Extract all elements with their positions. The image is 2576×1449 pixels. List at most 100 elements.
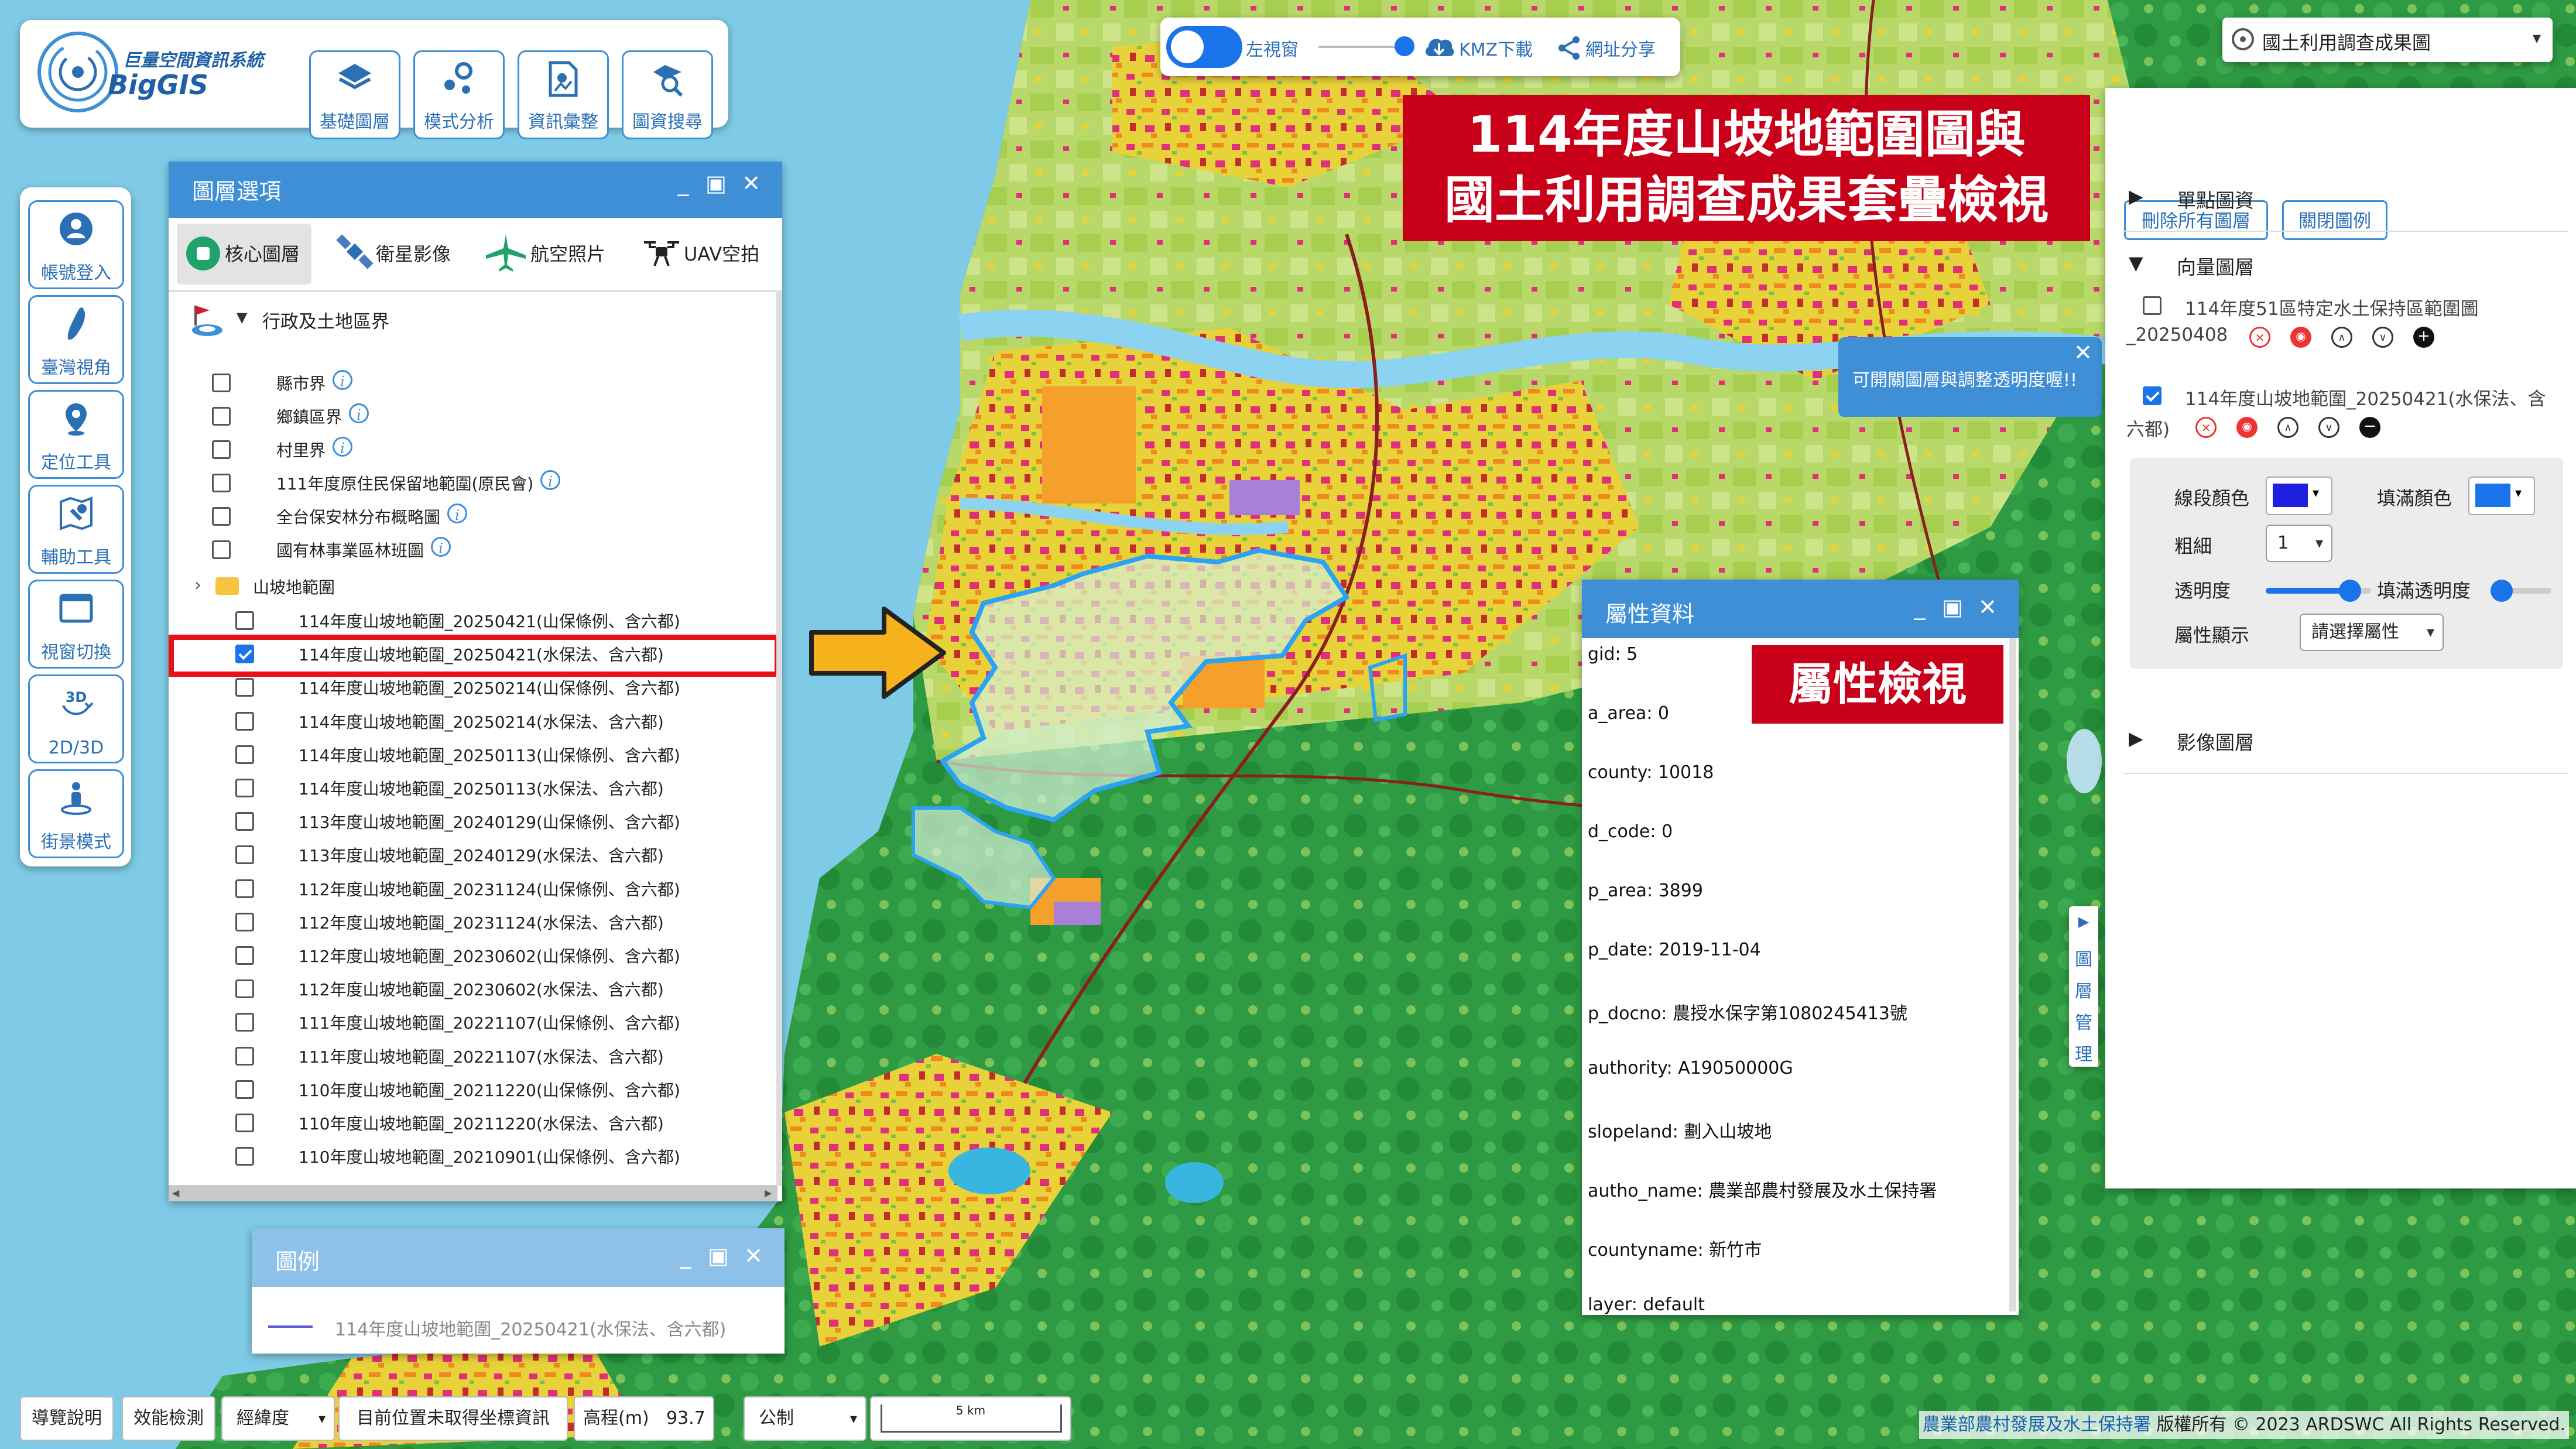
maximize-icon[interactable]: ▣ [1939, 594, 1966, 621]
sub-layer-checkbox[interactable] [235, 946, 254, 965]
maximize-icon[interactable]: ▣ [703, 170, 729, 197]
kmz-download-button[interactable]: KMZ下載 [1459, 35, 1533, 61]
locate-layer-icon[interactable]: ◉ [2290, 327, 2311, 348]
minimize-icon[interactable]: _ [1906, 594, 1933, 621]
layer-checkbox[interactable] [212, 407, 231, 426]
performance-button[interactable]: 效能檢測 [122, 1396, 215, 1441]
layer-checkbox[interactable] [212, 374, 231, 392]
satellite-icon[interactable] [336, 234, 374, 269]
sub-layer-label[interactable]: 112年度山坡地範圍_20231124(水保法、含六都) [299, 910, 664, 934]
sub-layer-label[interactable]: 113年度山坡地範圍_20240129(水保法、含六都) [299, 843, 664, 866]
tool-map-search-button[interactable]: 圖資搜尋 [622, 50, 713, 139]
maximize-icon[interactable]: ▣ [705, 1242, 732, 1269]
layer-checkbox[interactable] [212, 474, 231, 492]
sub-layer-checkbox[interactable] [235, 779, 254, 797]
remove-layer-icon[interactable]: ✕ [2249, 327, 2270, 348]
sub-layer-checkbox[interactable] [235, 745, 254, 764]
close-legend-button[interactable]: 關閉圖例 [2282, 200, 2387, 240]
side-taiwan-view-button[interactable]: 臺灣視角 [28, 295, 124, 384]
layer-item-label[interactable]: 村里界 [276, 438, 326, 461]
guide-button[interactable]: 導覽說明 [20, 1396, 114, 1441]
move-up-icon[interactable]: ∧ [2331, 327, 2352, 348]
side-2d3d-button[interactable]: 3D 2D/3D [28, 674, 124, 763]
layer-checkbox[interactable] [212, 440, 231, 459]
map-opacity-knob[interactable] [1395, 36, 1414, 56]
opacity-slider-knob[interactable] [2339, 580, 2361, 602]
sub-layer-label[interactable]: 114年度山坡地範圍_20250214(山保條例、含六都) [299, 676, 680, 699]
sub-layer-label[interactable]: 114年度山坡地範圍_20250113(山保條例、含六都) [299, 743, 680, 766]
info-icon[interactable]: i [349, 403, 369, 423]
sub-layer-checkbox[interactable] [235, 1013, 254, 1032]
sub-layer-checkbox[interactable] [235, 711, 254, 731]
layer-checkbox[interactable] [212, 540, 231, 559]
sub-layer-checkbox[interactable] [235, 1080, 254, 1099]
sub-layer-checkbox[interactable] [235, 678, 254, 697]
side-street-view-button[interactable]: 街景模式 [28, 769, 124, 858]
chevron-right-icon[interactable]: › [194, 575, 201, 595]
layer-checkbox[interactable] [212, 507, 231, 526]
minimize-icon[interactable]: _ [672, 1242, 699, 1269]
vector-layer-2-checkbox[interactable] [2143, 386, 2161, 405]
drone-icon[interactable] [642, 235, 681, 270]
horizontal-scrollbar[interactable]: ◀ ▶ [169, 1185, 777, 1201]
sub-layer-label[interactable]: 114年度山坡地範圍_20250214(水保法、含六都) [299, 710, 664, 733]
layer-panel-titlebar[interactable]: 圖層選項 _ ▣ ✕ [169, 162, 782, 218]
info-icon[interactable]: i [333, 437, 352, 457]
vertical-scrollbar[interactable] [776, 290, 782, 1186]
collapse-settings-icon[interactable]: − [2359, 417, 2380, 438]
tab-aerial-label[interactable]: 航空照片 [530, 224, 605, 285]
info-icon[interactable]: i [540, 470, 560, 490]
tab-satellite-label[interactable]: 衛星影像 [376, 224, 451, 285]
move-down-icon[interactable]: ∨ [2372, 327, 2393, 348]
side-helper-tools-button[interactable]: 輔助工具 [28, 485, 124, 574]
tool-analysis-button[interactable]: 模式分析 [413, 50, 505, 139]
close-icon[interactable]: ✕ [738, 170, 765, 197]
caret-down-icon[interactable]: ▼ [237, 309, 247, 326]
sub-layer-checkbox[interactable] [235, 1046, 254, 1066]
move-down-icon[interactable]: ∨ [2318, 417, 2339, 438]
tab-uav-label[interactable]: UAV空拍 [684, 224, 759, 285]
minimize-icon[interactable]: _ [670, 170, 697, 197]
close-icon[interactable]: ✕ [740, 1242, 767, 1269]
section-point-data[interactable]: 單點圖資 [2177, 185, 2254, 213]
side-login-button[interactable]: 帳號登入 [28, 200, 124, 289]
close-icon[interactable]: ✕ [1974, 594, 2001, 621]
sub-layer-label[interactable]: 114年度山坡地範圍_20250421(山保條例、含六都) [299, 609, 680, 632]
sub-layer-label[interactable]: 114年度山坡地範圍_20250113(水保法、含六都) [299, 776, 664, 800]
layer-management-tab[interactable]: ▶ 圖層管理 [2069, 906, 2098, 1067]
sub-layer-label[interactable]: 112年度山坡地範圍_20231124(山保條例、含六都) [299, 877, 680, 900]
side-window-switch-button[interactable]: 視窗切換 [28, 580, 124, 669]
subgroup-slopeland[interactable]: 山坡地範圍 [253, 575, 335, 598]
sub-layer-checkbox[interactable] [235, 1147, 254, 1166]
sub-layer-label[interactable]: 112年度山坡地範圍_20230602(山保條例、含六都) [299, 944, 680, 967]
attr-display-select[interactable]: 請選擇屬性 ▾ [2300, 614, 2444, 651]
section-vector-layers[interactable]: 向量圖層 [2177, 252, 2254, 280]
attribute-scrollbar[interactable] [2009, 638, 2016, 1311]
tooltip-close-icon[interactable]: ✕ [2074, 340, 2092, 365]
caret-down-icon[interactable]: ▼ [2129, 252, 2143, 274]
tool-info-summary-button[interactable]: 資訊彙整 [518, 50, 609, 139]
sub-layer-checkbox[interactable] [235, 812, 254, 831]
unit-select[interactable]: 公制 ▾ [744, 1396, 866, 1441]
sub-layer-checkbox[interactable] [235, 845, 254, 865]
sub-layer-checkbox[interactable] [235, 611, 254, 630]
layer-item-label[interactable]: 鄉鎮區界 [276, 405, 342, 428]
map-opacity-slider[interactable] [1318, 46, 1406, 48]
info-icon[interactable]: i [431, 537, 451, 557]
sub-layer-label[interactable]: 113年度山坡地範圍_20240129(山保條例、含六都) [299, 810, 680, 833]
locate-layer-icon[interactable]: ◉ [2236, 417, 2258, 438]
attribute-titlebar[interactable]: 屬性資料 _ ▣ ✕ [1582, 580, 2019, 638]
sub-layer-label[interactable]: 110年度山坡地範圍_20211220(山保條例、含六都) [299, 1078, 680, 1101]
info-icon[interactable]: i [333, 370, 352, 390]
side-locate-button[interactable]: 定位工具 [28, 390, 124, 479]
info-icon[interactable]: i [447, 503, 467, 523]
fill-color-picker[interactable]: ▾ [2468, 477, 2535, 515]
vector-layer-1-checkbox[interactable] [2143, 296, 2161, 315]
sub-layer-checkbox[interactable] [235, 912, 254, 931]
sub-layer-label[interactable]: 111年度山坡地範圍_20221107(山保條例、含六都) [299, 1010, 680, 1034]
legend-titlebar[interactable]: 圖例 _ ▣ ✕ [252, 1228, 785, 1287]
tool-basemap-button[interactable]: 基礎圖層 [309, 50, 400, 139]
layer-item-label[interactable]: 國有林事業區林班圖 [276, 538, 424, 561]
fill-opacity-slider-knob[interactable] [2491, 580, 2513, 602]
fill-opacity-slider-track[interactable] [2491, 580, 2551, 602]
